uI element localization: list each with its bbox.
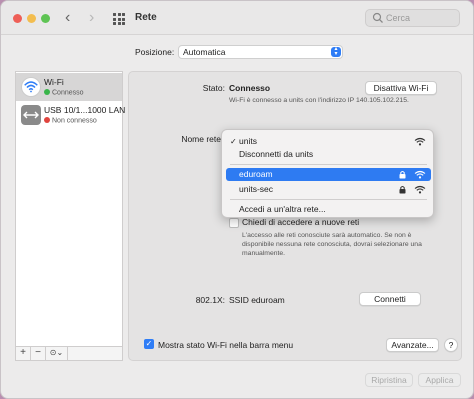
ask-join-description: manualmente. (242, 250, 286, 257)
ethernet-icon (21, 105, 41, 125)
close-window-button[interactable] (13, 14, 22, 23)
wifi-signal-icon (414, 185, 426, 194)
window-title: Rete (135, 12, 157, 23)
menu-separator (230, 164, 427, 165)
lock-icon (399, 185, 406, 194)
status-value: Connesso (229, 83, 271, 93)
show-all-grid-icon[interactable] (113, 13, 125, 25)
sidebar-item-label: Wi-Fi (44, 77, 64, 87)
menu-item-join-other-network[interactable]: Accedi a un'altra rete... (226, 203, 431, 216)
menu-item-disconnect[interactable]: Disconnetti da units (226, 148, 431, 161)
sidebar-item-label: USB 10/1...1000 LAN (44, 105, 126, 115)
advanced-button[interactable]: Avanzate... (386, 338, 439, 352)
menu-item-current-network[interactable]: ✓ units (226, 135, 431, 148)
status-label: Stato: (202, 83, 225, 93)
revert-button[interactable]: Ripristina (365, 373, 413, 387)
remove-service-button[interactable]: − (31, 347, 46, 360)
connect-button[interactable]: Connetti (359, 292, 421, 306)
menu-item-network-units-sec[interactable]: units-sec (226, 183, 431, 196)
service-list: Wi-Fi Connesso USB 10/1...1000 LAN Non c… (15, 71, 126, 361)
minimize-window-button[interactable] (27, 14, 36, 23)
menu-item-network-eduroam[interactable]: eduroam (226, 168, 431, 181)
ask-join-description: L'accesso alle reti conosciute sarà auto… (242, 232, 412, 239)
service-actions-button[interactable]: ⊙⌄ (46, 347, 68, 360)
forward-arrow-icon[interactable]: › (89, 9, 94, 27)
add-service-button[interactable]: + (16, 347, 31, 360)
network-name-menu: ✓ units Disconnetti da units eduroam uni… (221, 129, 434, 218)
auth-label: 802.1X: (195, 295, 225, 305)
checkmark-icon: ✓ (230, 137, 237, 146)
apply-button[interactable]: Applica (418, 373, 461, 387)
show-status-label: Mostra stato Wi-Fi nella barra menu (158, 340, 294, 350)
status-description: Wi-Fi è connesso a units con l'indirizzo… (229, 97, 409, 104)
sidebar-item-wifi[interactable]: Wi-Fi Connesso (16, 73, 122, 101)
search-placeholder: Cerca (386, 13, 411, 23)
back-arrow-icon[interactable]: ‹ (65, 9, 70, 27)
lock-icon (399, 170, 406, 179)
chevron-updown-icon: ▴ ▾ (331, 46, 341, 57)
menu-separator (230, 199, 427, 200)
network-name-label: Nome rete (181, 134, 221, 144)
status-dot (44, 117, 50, 123)
location-value: Automatica (183, 47, 226, 57)
sidebar-item-usb-lan[interactable]: USB 10/1...1000 LAN Non connesso (16, 101, 126, 129)
disable-wifi-button[interactable]: Disattiva Wi-Fi (365, 81, 437, 95)
wifi-signal-icon (414, 170, 426, 179)
ask-join-description: disponibile nessuna rete conosciuta, dov… (242, 241, 422, 248)
ask-join-label: Chiedi di accedere a nuove reti (242, 217, 360, 227)
service-list-toolbar: + − ⊙⌄ (15, 346, 123, 361)
help-button[interactable]: ? (444, 338, 458, 352)
ask-join-checkbox[interactable] (229, 218, 239, 228)
show-status-checkbox[interactable]: ✓ (144, 339, 154, 349)
wifi-icon (21, 77, 41, 97)
network-preferences-window: ‹ › Rete Cerca Posizione: Automatica ▴ ▾ … (0, 0, 474, 399)
auth-value: SSID eduroam (229, 295, 285, 305)
status-dot (44, 89, 50, 95)
location-label: Posizione: (135, 47, 175, 57)
search-icon (372, 12, 383, 23)
title-bar: ‹ › Rete Cerca (1, 1, 473, 35)
location-select[interactable]: Automatica ▴ ▾ (178, 45, 343, 59)
sidebar-item-status: Non connesso (44, 117, 97, 125)
search-field[interactable]: Cerca (365, 9, 460, 27)
wifi-signal-icon (414, 137, 426, 146)
sidebar-item-status: Connesso (44, 89, 84, 97)
zoom-window-button[interactable] (41, 14, 50, 23)
